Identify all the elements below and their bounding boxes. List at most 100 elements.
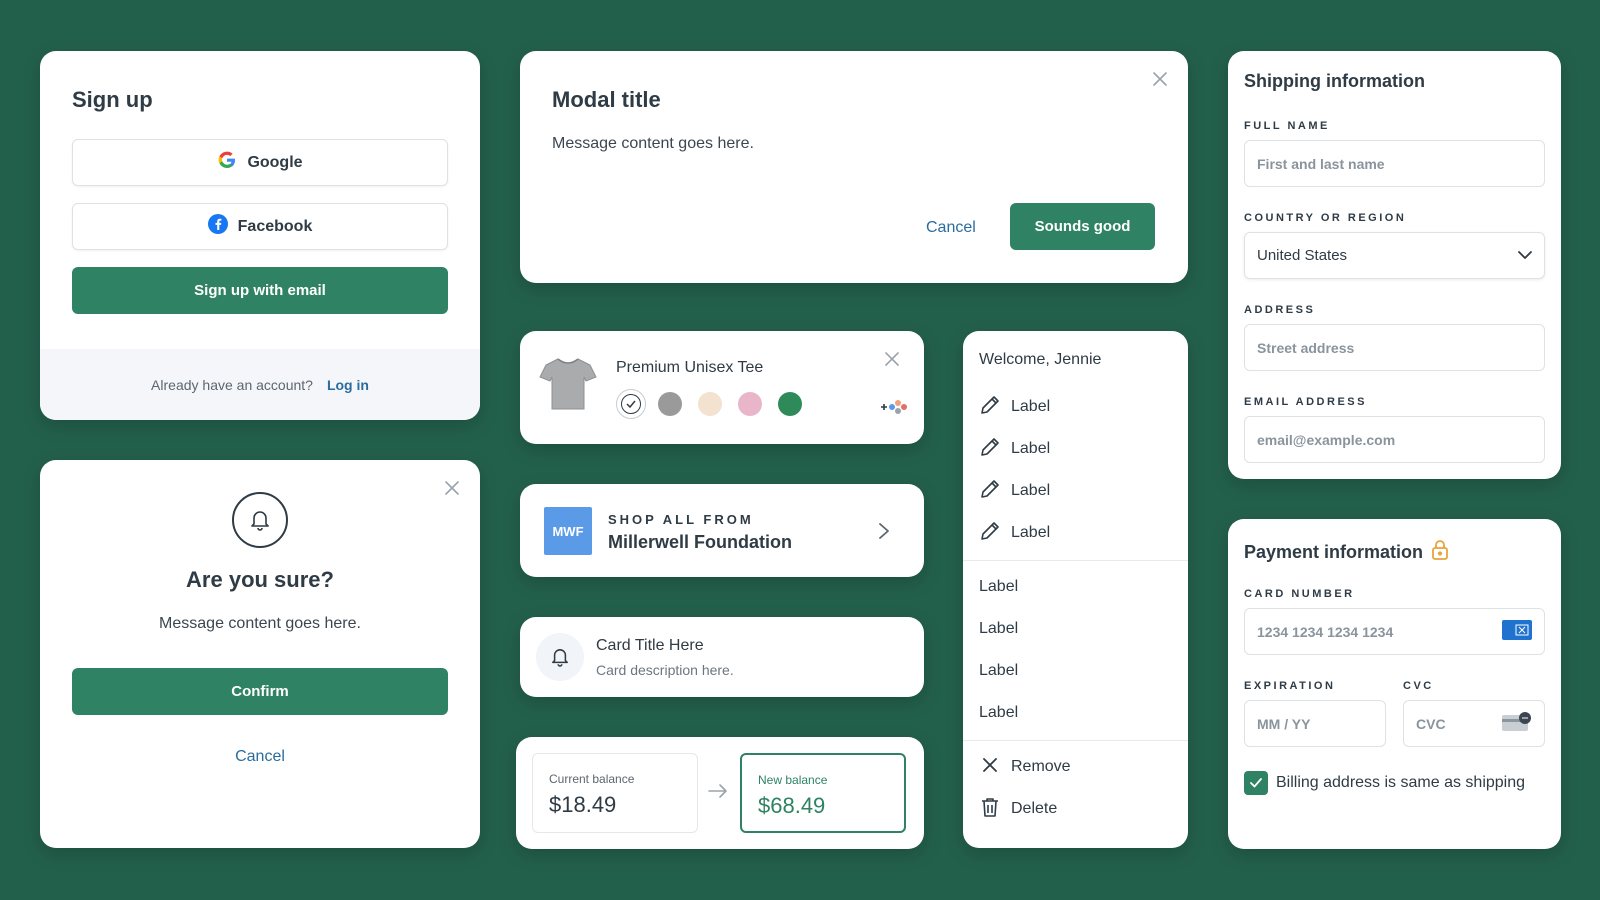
email-input[interactable]: email@example.com <box>1244 416 1545 463</box>
color-swatch-cream[interactable] <box>698 392 722 416</box>
menu-item-remove[interactable]: Remove <box>979 755 1071 779</box>
menu-item-text: Label <box>1011 524 1051 541</box>
color-swatch-green[interactable] <box>778 392 802 416</box>
billing-same-checkbox[interactable] <box>1244 771 1268 795</box>
card-description: Card description here. <box>596 662 734 678</box>
menu-divider <box>963 560 1188 561</box>
menu-item-label-5[interactable]: Label <box>979 575 1018 599</box>
modal-dialog: Modal title Message content goes here. C… <box>520 51 1188 283</box>
trash-icon <box>979 796 1001 823</box>
menu-item-delete[interactable]: Delete <box>979 797 1057 821</box>
address-input[interactable]: Street address <box>1244 324 1545 371</box>
menu-item-label-8[interactable]: Label <box>979 701 1018 725</box>
signup-email-button[interactable]: Sign up with email <box>72 267 448 314</box>
color-swatch-pink[interactable] <box>738 392 762 416</box>
close-icon[interactable] <box>1152 71 1168 87</box>
cvc-input[interactable]: CVC <box>1403 700 1545 747</box>
signup-footer-text: Already have an account? <box>151 376 313 393</box>
check-icon <box>621 394 641 414</box>
card-number-input[interactable]: 1234 1234 1234 1234 <box>1244 608 1545 655</box>
google-label: Google <box>247 153 303 171</box>
expiration-placeholder: MM / YY <box>1257 715 1311 732</box>
pencil-icon <box>979 436 1001 463</box>
confirm-button[interactable]: Confirm <box>72 668 448 715</box>
modal-ok-button[interactable]: Sounds good <box>1010 203 1155 250</box>
facebook-signup-button[interactable]: Facebook <box>72 203 448 250</box>
country-label: COUNTRY OR REGION <box>1244 212 1407 224</box>
chevron-down-icon <box>1518 247 1532 264</box>
brand-logo: MWF <box>544 507 592 555</box>
address-placeholder: Street address <box>1257 339 1355 356</box>
country-value: United States <box>1257 247 1348 264</box>
menu-item-text: Label <box>1011 482 1051 499</box>
modal-title: Modal title <box>552 87 661 112</box>
menu-item-label-2[interactable]: Label <box>979 437 1050 461</box>
current-balance-label: Current balance <box>549 772 635 786</box>
confirm-dialog: Are you sure? Message content goes here.… <box>40 460 480 848</box>
current-balance-box: Current balance $18.49 <box>532 753 698 833</box>
pencil-icon <box>979 478 1001 505</box>
close-icon[interactable] <box>444 480 460 496</box>
current-balance-amount: $18.49 <box>549 792 617 817</box>
shipping-form: Shipping information FULL NAME First and… <box>1228 51 1561 479</box>
menu-item-label-7[interactable]: Label <box>979 659 1018 683</box>
shop-brand-name: Millerwell Foundation <box>608 532 792 552</box>
tshirt-icon <box>538 355 598 416</box>
delete-label: Delete <box>1011 800 1058 817</box>
dropdown-menu: Welcome, Jennie Label Label Label Label … <box>963 331 1188 848</box>
new-balance-amount: $68.49 <box>758 793 826 818</box>
check-icon <box>1250 778 1262 788</box>
shop-all-card[interactable]: MWF SHOP ALL FROM Millerwell Foundation <box>520 484 924 577</box>
card-title: Card Title Here <box>596 637 704 654</box>
google-icon <box>217 150 237 175</box>
expiration-input[interactable]: MM / YY <box>1244 700 1386 747</box>
confirm-cancel-button[interactable]: Cancel <box>40 748 480 766</box>
signup-title: Sign up <box>72 87 153 112</box>
billing-same-checkbox-row[interactable]: Billing address is same as shipping <box>1244 771 1525 795</box>
lock-icon <box>1431 539 1449 566</box>
menu-item-text: Label <box>1011 398 1051 415</box>
more-colors-icon[interactable] <box>880 399 908 415</box>
menu-item-text: Label <box>1011 440 1051 457</box>
full-name-input[interactable]: First and last name <box>1244 140 1545 187</box>
amex-card-icon <box>1502 620 1532 643</box>
close-icon <box>979 754 1001 781</box>
remove-label: Remove <box>1011 758 1071 775</box>
close-icon[interactable] <box>884 351 900 367</box>
facebook-label: Facebook <box>237 217 313 235</box>
bell-icon <box>232 492 288 548</box>
country-select[interactable]: United States <box>1244 232 1545 279</box>
menu-divider <box>963 740 1188 741</box>
signup-card: Sign up Google Facebook Sign up with ema… <box>40 51 480 420</box>
arrow-right-icon <box>708 783 728 804</box>
product-card: Premium Unisex Tee <box>520 331 924 444</box>
confirm-title: Are you sure? <box>186 567 334 592</box>
notification-card[interactable]: Card Title Here Card description here. <box>520 617 924 697</box>
product-name: Premium Unisex Tee <box>616 359 764 376</box>
new-balance-label: New balance <box>758 773 828 787</box>
modal-cancel-button[interactable]: Cancel <box>926 219 976 237</box>
cvc-card-icon <box>1502 712 1532 735</box>
google-signup-button[interactable]: Google <box>72 139 448 186</box>
brand-logo-text: MWF <box>552 523 584 539</box>
new-balance-box: New balance $68.49 <box>740 753 906 833</box>
facebook-icon <box>207 214 228 239</box>
color-swatch-gray[interactable] <box>658 392 682 416</box>
balance-card: Current balance $18.49 New balance $68.4… <box>516 737 924 849</box>
pencil-icon <box>979 520 1001 547</box>
card-number-label: CARD NUMBER <box>1244 588 1355 600</box>
email-label: EMAIL ADDRESS <box>1244 396 1367 408</box>
full-name-placeholder: First and last name <box>1257 155 1385 172</box>
menu-item-label-3[interactable]: Label <box>979 479 1050 503</box>
confirm-message: Message content goes here. <box>159 615 361 632</box>
login-link[interactable]: Log in <box>327 377 369 393</box>
pencil-icon <box>979 394 1001 421</box>
menu-item-label-4[interactable]: Label <box>979 521 1050 545</box>
menu-item-label-6[interactable]: Label <box>979 617 1018 641</box>
email-placeholder: email@example.com <box>1257 431 1396 448</box>
billing-same-label: Billing address is same as shipping <box>1276 774 1526 791</box>
menu-item-label-1[interactable]: Label <box>979 395 1050 419</box>
signup-footer: Already have an account? Log in <box>40 349 480 420</box>
color-swatch-white[interactable] <box>616 389 646 419</box>
bell-icon <box>536 633 584 681</box>
